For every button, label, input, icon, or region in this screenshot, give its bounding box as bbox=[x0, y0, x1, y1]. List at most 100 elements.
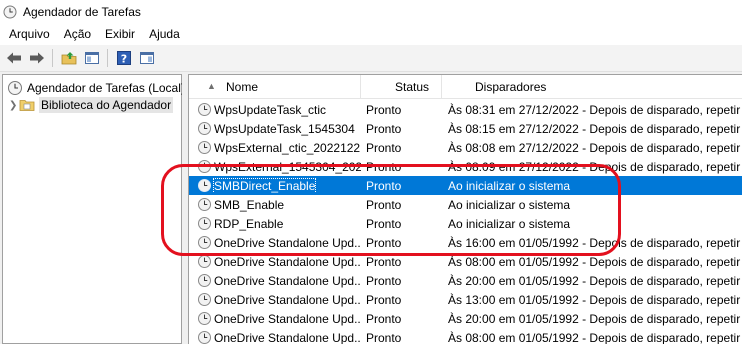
task-row[interactable]: WpsExternal_ctic_2022122... Pronto Às 08:0… bbox=[189, 138, 742, 157]
task-status: Pronto bbox=[366, 216, 402, 231]
task-clock-icon bbox=[198, 293, 211, 306]
task-triggers: Às 08:00 em 01/05/1992 - Depois de dispa… bbox=[448, 254, 742, 269]
column-header-name[interactable]: ▲ Nome bbox=[189, 75, 361, 99]
task-status: Pronto bbox=[366, 235, 402, 250]
toolbar-separator bbox=[107, 49, 108, 67]
column-header-name-label: Nome bbox=[226, 80, 259, 94]
task-row[interactable]: RDP_Enable Pronto Ao inicializar o sistema bbox=[189, 214, 742, 233]
task-clock-icon bbox=[198, 198, 211, 211]
task-row[interactable]: OneDrive Standalone Upd... Pronto Às 16:00… bbox=[189, 233, 742, 252]
menu-arquivo[interactable]: Arquivo bbox=[0, 27, 57, 41]
task-clock-icon bbox=[198, 236, 211, 249]
forward-button[interactable] bbox=[26, 47, 48, 69]
task-triggers: Às 08:08 em 27/12/2022 - Depois de dispa… bbox=[448, 140, 742, 155]
title-bar: Agendador de Tarefas bbox=[0, 0, 742, 23]
show-hide-console-tree-icon bbox=[85, 52, 99, 64]
chevron-right-icon[interactable]: ❯ bbox=[9, 100, 19, 111]
folder-icon bbox=[19, 100, 35, 111]
task-row[interactable]: SMBDirect_Enable Pronto Ao inicializar o s… bbox=[189, 176, 742, 195]
column-header-status-label: Status bbox=[395, 80, 430, 94]
task-rows: WpsUpdateTask_ctic Pronto Às 08:31 em 27/1… bbox=[189, 100, 742, 344]
column-header-triggers-label: Disparadores bbox=[475, 80, 547, 94]
task-row[interactable]: WpsUpdateTask_ctic Pronto Às 08:31 em 27/1… bbox=[189, 100, 742, 119]
menu-ajuda[interactable]: Ajuda bbox=[142, 27, 187, 41]
menu-exibir[interactable]: Exibir bbox=[98, 27, 142, 41]
menu-acao[interactable]: Ação bbox=[57, 27, 98, 41]
tree-item-biblioteca[interactable]: ❯ Biblioteca do Agendador bbox=[9, 96, 174, 114]
help-icon: ? bbox=[117, 51, 131, 66]
task-triggers: Ao inicializar o sistema bbox=[448, 197, 571, 212]
task-status: Pronto bbox=[366, 292, 402, 307]
task-status: Pronto bbox=[366, 330, 402, 344]
window-title: Agendador de Tarefas bbox=[23, 4, 141, 19]
task-row[interactable]: WpsExternal_1545304_202... Pronto Às 08:09… bbox=[189, 157, 742, 176]
task-clock-icon bbox=[198, 160, 211, 173]
task-row[interactable]: OneDrive Standalone Upd... Pronto Às 08:00… bbox=[189, 328, 742, 344]
task-name: OneDrive Standalone Upd... bbox=[214, 254, 361, 269]
back-button[interactable] bbox=[3, 47, 25, 69]
task-clock-icon bbox=[198, 312, 211, 325]
sort-up-icon: ▲ bbox=[207, 81, 216, 91]
up-folder-button[interactable] bbox=[58, 47, 80, 69]
show-hide-action-pane-button[interactable] bbox=[136, 47, 158, 69]
task-clock-icon bbox=[198, 179, 211, 192]
task-name: OneDrive Standalone Upd... bbox=[214, 330, 361, 344]
task-triggers: Às 13:00 em 01/05/1992 - Depois de dispa… bbox=[448, 292, 742, 307]
toolbar-separator bbox=[52, 49, 53, 67]
task-triggers: Às 16:00 em 01/05/1992 - Depois de dispa… bbox=[448, 235, 742, 250]
task-name: OneDrive Standalone Upd... bbox=[214, 273, 361, 288]
column-header-status[interactable]: Status bbox=[361, 75, 442, 99]
task-row[interactable]: SMB_Enable Pronto Ao inicializar o sistema bbox=[189, 195, 742, 214]
task-name-cell: WpsUpdateTask_ctic bbox=[189, 102, 361, 117]
task-triggers: Às 08:09 em 27/12/2022 - Depois de dispa… bbox=[448, 159, 742, 174]
task-triggers: Às 08:00 em 01/05/1992 - Depois de dispa… bbox=[448, 330, 742, 344]
task-status: Pronto bbox=[366, 311, 402, 326]
tree-child-label: Biblioteca do Agendador bbox=[39, 97, 174, 113]
task-name: WpsExternal_1545304_202... bbox=[214, 159, 361, 174]
up-folder-icon bbox=[61, 52, 77, 65]
task-triggers: Ao inicializar o sistema bbox=[448, 178, 571, 193]
task-name: OneDrive Standalone Upd... bbox=[214, 311, 361, 326]
task-name-cell: SMB_Enable bbox=[189, 197, 361, 212]
task-row[interactable]: OneDrive Standalone Upd... Pronto Às 20:00… bbox=[189, 309, 742, 328]
task-name: SMB_Enable bbox=[214, 197, 285, 212]
task-row[interactable]: OneDrive Standalone Upd... Pronto Às 20:00… bbox=[189, 271, 742, 290]
clock-icon bbox=[3, 5, 17, 18]
tree-root-node[interactable]: Agendador de Tarefas (Local) bbox=[7, 79, 185, 97]
task-name: WpsUpdateTask_ctic bbox=[214, 102, 327, 117]
task-triggers: Às 20:00 em 01/05/1992 - Depois de dispa… bbox=[448, 273, 742, 288]
task-row[interactable]: OneDrive Standalone Upd... Pronto Às 08:00… bbox=[189, 252, 742, 271]
task-name-cell: WpsUpdateTask_1545304 bbox=[189, 121, 361, 136]
svg-text:?: ? bbox=[121, 53, 127, 66]
task-row[interactable]: WpsUpdateTask_1545304 Pronto Às 08:15 em 2… bbox=[189, 119, 742, 138]
task-clock-icon bbox=[198, 122, 211, 135]
task-status: Pronto bbox=[366, 254, 402, 269]
task-name: WpsUpdateTask_1545304 bbox=[214, 121, 355, 136]
task-triggers: Às 08:15 em 27/12/2022 - Depois de dispa… bbox=[448, 121, 742, 136]
task-triggers: Ao inicializar o sistema bbox=[448, 216, 571, 231]
task-clock-icon bbox=[198, 274, 211, 287]
task-name-cell: OneDrive Standalone Upd... bbox=[189, 254, 361, 269]
task-name-cell: SMBDirect_Enable bbox=[189, 178, 361, 193]
column-header-triggers[interactable]: Disparadores bbox=[442, 75, 742, 99]
help-button[interactable]: ? bbox=[113, 47, 135, 69]
task-name-cell: RDP_Enable bbox=[189, 216, 361, 231]
task-status: Pronto bbox=[366, 102, 402, 117]
task-status: Pronto bbox=[366, 197, 402, 212]
task-name-cell: OneDrive Standalone Upd... bbox=[189, 235, 361, 250]
forward-arrow-icon bbox=[30, 52, 44, 64]
task-clock-icon bbox=[198, 255, 211, 268]
task-name: RDP_Enable bbox=[214, 216, 284, 231]
task-status: Pronto bbox=[366, 178, 402, 193]
task-status: Pronto bbox=[366, 121, 402, 136]
task-row[interactable]: OneDrive Standalone Upd... Pronto Às 13:00… bbox=[189, 290, 742, 309]
task-name-cell: WpsExternal_1545304_202... bbox=[189, 159, 361, 174]
task-status: Pronto bbox=[366, 273, 402, 288]
show-hide-console-tree-button[interactable] bbox=[81, 47, 103, 69]
task-clock-icon bbox=[198, 103, 211, 116]
console-tree: Agendador de Tarefas (Local) ❯ Bibliotec… bbox=[2, 74, 185, 344]
task-name: SMBDirect_Enable bbox=[212, 178, 317, 193]
task-triggers: Às 08:31 em 27/12/2022 - Depois de dispa… bbox=[448, 102, 742, 117]
task-clock-icon bbox=[198, 217, 211, 230]
list-header: ▲ Nome Status Disparadores bbox=[189, 75, 742, 99]
